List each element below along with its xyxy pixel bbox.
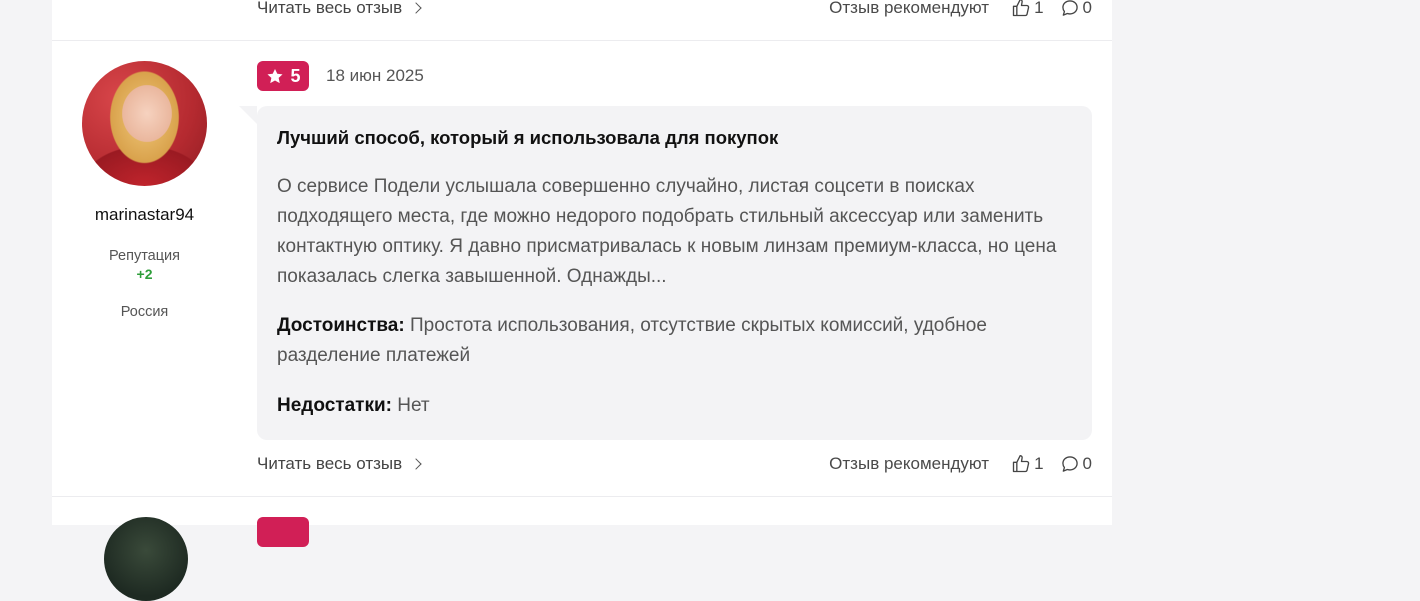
comment-icon: [1061, 456, 1078, 472]
prev-comment-count: 0: [1082, 0, 1092, 17]
reviews-panel: Читать весь отзыв Отзыв рекомендуют 1 0 …: [52, 0, 1112, 601]
prev-recommend-label: Отзыв рекомендуют: [829, 0, 990, 17]
prev-review-footer: Читать весь отзыв Отзыв рекомендуют 1 0: [257, 0, 1092, 20]
review-pros: Достоинства: Простота использования, отс…: [277, 311, 1077, 371]
divider: [52, 40, 1112, 41]
review-date: 18 июн 2025: [326, 66, 424, 85]
review-bubble: Лучший способ, который я использовала дл…: [257, 106, 1092, 440]
like-count: 1: [1034, 454, 1044, 473]
recommend-label: Отзыв рекомендуют: [829, 454, 990, 473]
prev-like-count: 1: [1034, 0, 1044, 17]
author-country: Россия: [120, 304, 169, 320]
next-review-avatar[interactable]: [104, 517, 188, 601]
read-more-label: Читать весь отзыв: [257, 454, 403, 473]
chevron-right-icon: [410, 458, 422, 470]
review-text: О сервисе Подели услышала совершенно слу…: [277, 176, 1057, 287]
read-more-link[interactable]: Читать весь отзыв: [257, 454, 422, 474]
like-button[interactable]: 1: [1011, 454, 1044, 474]
prev-read-more-link[interactable]: Читать весь отзыв: [257, 0, 422, 18]
review-cons: Недостатки: Нет: [277, 391, 1077, 421]
comment-icon: [1061, 0, 1078, 16]
cons-text: Нет: [397, 395, 430, 416]
avatar[interactable]: [82, 61, 207, 186]
review-footer: Читать весь отзыв Отзыв рекомендуют 1 0: [257, 454, 1092, 476]
review-stats: Отзыв рекомендуют 1 0: [829, 454, 1092, 474]
review-title[interactable]: Лучший способ, который я использовала дл…: [277, 127, 778, 149]
star-icon: [267, 68, 284, 83]
author-username[interactable]: marinastar94: [52, 205, 237, 225]
prev-like-button[interactable]: 1: [1011, 0, 1044, 18]
prev-review-stats: Отзыв рекомендуют 1 0: [829, 0, 1092, 18]
comment-count: 0: [1082, 454, 1092, 473]
reputation-label: Репутация: [109, 248, 180, 264]
rating-badge: 5: [257, 61, 309, 91]
pros-label: Достоинства:: [277, 315, 405, 336]
bubble-tail: [239, 106, 257, 124]
chevron-right-icon: [410, 2, 422, 14]
reputation-value: +2: [136, 266, 153, 282]
comment-button[interactable]: 0: [1060, 454, 1092, 474]
thumbs-up-icon: [1012, 455, 1030, 473]
prev-read-more-label: Читать весь отзыв: [257, 0, 403, 17]
thumbs-up-icon: [1012, 0, 1030, 17]
divider: [52, 496, 1112, 497]
prev-comment-button[interactable]: 0: [1060, 0, 1092, 18]
rating-value: 5: [290, 65, 301, 86]
cons-label: Недостатки:: [277, 395, 392, 416]
next-rating-badge: [257, 517, 309, 547]
